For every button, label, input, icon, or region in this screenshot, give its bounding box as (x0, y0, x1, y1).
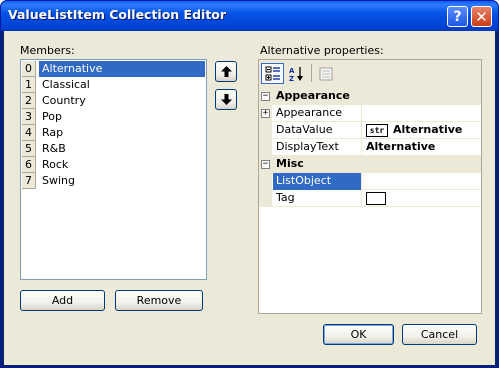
move-down-button[interactable] (215, 89, 237, 110)
property-value-cell[interactable]: str Alternative (363, 122, 481, 139)
remove-button[interactable]: Remove (115, 290, 203, 311)
member-label: R&B (42, 142, 66, 155)
member-label: Pop (42, 110, 62, 123)
property-row-appearance[interactable]: + Appearance (259, 105, 481, 122)
category-row-appearance[interactable]: − Appearance (259, 88, 481, 105)
member-item[interactable]: 2 Country (22, 93, 205, 109)
categorized-button[interactable] (261, 63, 284, 84)
categorized-icon (265, 66, 280, 80)
member-item[interactable]: 0 Alternative (22, 61, 205, 77)
property-name: DataValue (273, 122, 362, 139)
toolbar-separator (311, 64, 312, 82)
svg-text:Z: Z (289, 75, 294, 82)
collapse-icon[interactable]: − (261, 160, 270, 169)
close-button[interactable]: ✕ (471, 6, 492, 27)
property-grid: A Z − Appearance + Appearance DataValue … (258, 59, 482, 314)
member-item[interactable]: 3 Pop (22, 109, 205, 125)
add-button[interactable]: Add (20, 290, 105, 311)
member-index: 2 (22, 93, 36, 109)
category-label: Misc (276, 157, 304, 170)
move-up-button[interactable] (215, 61, 237, 82)
member-label: Rap (42, 126, 64, 139)
member-index: 3 (22, 109, 36, 125)
dialog-body: Members: 0 Alternative 1 Classical 2 Cou… (4, 31, 495, 365)
property-value-cell[interactable] (363, 190, 481, 207)
row-margin: + (259, 105, 272, 122)
property-name: ListObject (273, 173, 362, 190)
member-index: 0 (22, 61, 36, 77)
property-row-displaytext[interactable]: DisplayText Alternative (259, 139, 481, 156)
collection-editor-window: ValueListItem Collection Editor ? ✕ Memb… (0, 0, 499, 368)
property-value[interactable] (363, 105, 481, 122)
member-label: Swing (42, 174, 75, 187)
member-index: 7 (22, 173, 36, 189)
member-label: Classical (42, 78, 90, 91)
collapse-icon[interactable]: − (261, 92, 270, 101)
window-title: ValueListItem Collection Editor (8, 7, 227, 22)
title-bar[interactable]: ValueListItem Collection Editor ? ✕ (1, 1, 498, 31)
svg-text:A: A (289, 67, 295, 75)
property-row-datavalue[interactable]: DataValue str Alternative (259, 122, 481, 139)
property-grid-toolbar: A Z (259, 60, 481, 86)
expand-icon[interactable]: + (261, 109, 270, 118)
ok-button[interactable]: OK (323, 324, 394, 345)
member-index: 1 (22, 77, 36, 93)
row-margin (259, 190, 272, 207)
member-item[interactable]: 5 R&B (22, 141, 205, 157)
close-icon: ✕ (475, 7, 488, 26)
member-item[interactable]: 1 Classical (22, 77, 205, 93)
category-label: Appearance (276, 89, 350, 102)
value-swatch (366, 192, 386, 205)
member-item[interactable]: 4 Rap (22, 125, 205, 141)
alphabetical-icon: A Z (289, 66, 303, 82)
property-grid-rows: − Appearance + Appearance DataValue str A… (259, 88, 481, 313)
property-name: Tag (273, 190, 362, 207)
property-row-listobject[interactable]: ListObject (259, 173, 481, 190)
property-pages-icon (319, 67, 332, 80)
member-item[interactable]: 6 Rock (22, 157, 205, 173)
row-margin (259, 139, 272, 156)
member-label: Country (42, 94, 86, 107)
arrow-down-icon (220, 94, 232, 105)
property-name: Appearance (273, 105, 362, 122)
property-row-tag[interactable]: Tag (259, 190, 481, 207)
arrow-up-icon (220, 66, 232, 77)
category-row-misc[interactable]: − Misc (259, 156, 481, 173)
property-name: DisplayText (273, 139, 362, 156)
property-value[interactable]: Alternative (363, 139, 481, 156)
member-item[interactable]: 7 Swing (22, 173, 205, 189)
members-label: Members: (20, 44, 75, 57)
help-icon: ? (453, 8, 462, 25)
help-button[interactable]: ? (447, 6, 468, 27)
member-index: 4 (22, 125, 36, 141)
property-pages-button[interactable] (314, 63, 337, 84)
string-type-icon: str (366, 123, 388, 137)
member-index: 6 (22, 157, 36, 173)
member-index: 5 (22, 141, 36, 157)
cancel-button[interactable]: Cancel (402, 324, 477, 345)
row-margin (259, 122, 272, 139)
properties-label: Alternative properties: (260, 44, 384, 57)
member-label: Alternative (39, 61, 205, 77)
row-margin (259, 173, 272, 190)
alphabetical-button[interactable]: A Z (285, 63, 308, 84)
property-value: Alternative (393, 123, 463, 136)
members-list[interactable]: 0 Alternative 1 Classical 2 Country 3 Po… (20, 59, 207, 280)
member-label: Rock (42, 158, 69, 171)
property-value[interactable] (363, 173, 481, 190)
